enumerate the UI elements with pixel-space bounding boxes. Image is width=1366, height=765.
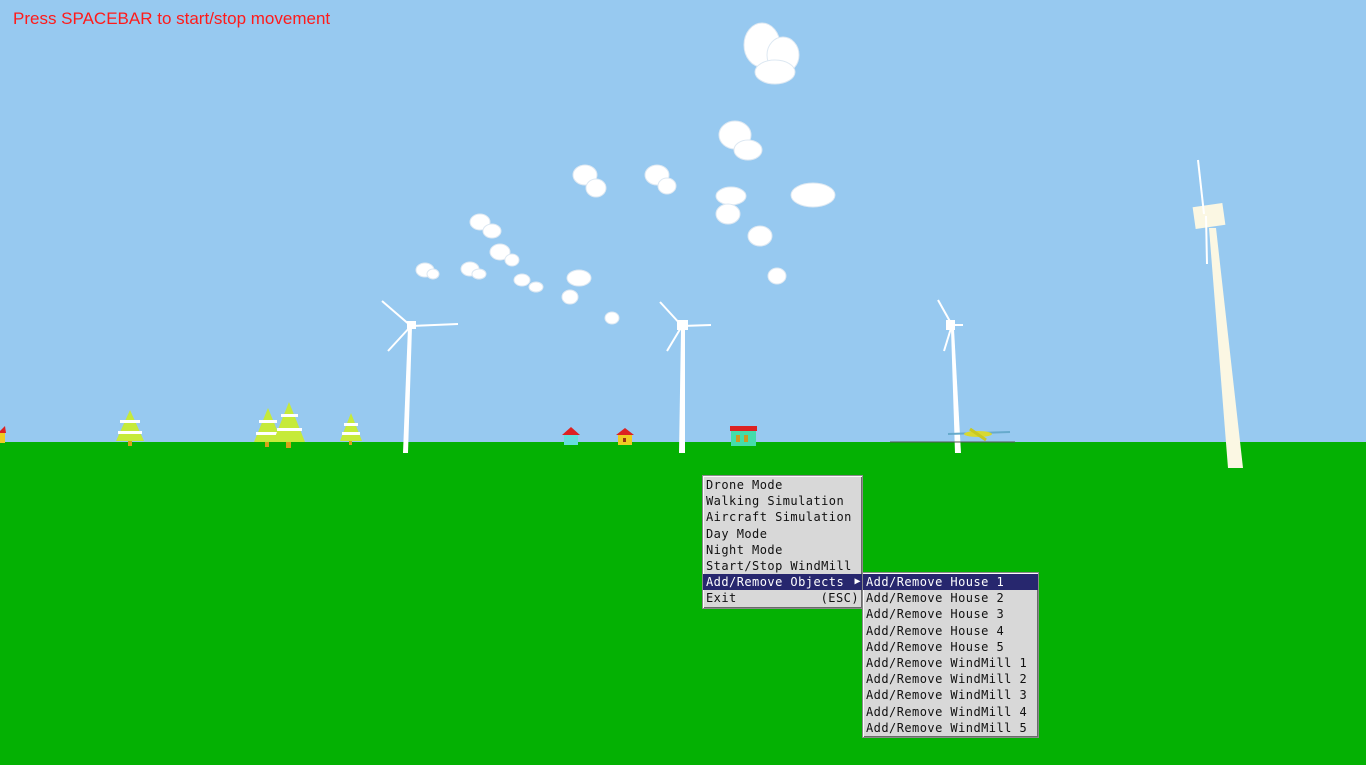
submenu-item-windmill-2[interactable]: Add/Remove WindMill 2 (863, 671, 1038, 687)
menu-item-label: Drone Mode (706, 478, 783, 492)
menu-item-start-stop-windmill[interactable]: Start/Stop WindMill (703, 558, 862, 574)
menu-item-add-remove-objects[interactable]: Add/Remove Objects ▶ (703, 574, 862, 591)
menu-item-shortcut: (ESC) (820, 591, 859, 606)
ground (0, 442, 1366, 765)
menu-item-label: Add/Remove WindMill 2 (866, 672, 1028, 687)
menu-item-label: Add/Remove House 1 (866, 575, 1005, 589)
menu-item-label: Add/Remove House 3 (866, 607, 1005, 622)
menu-item-label: Aircraft Simulation (706, 510, 852, 525)
menu-item-label: Day Mode (706, 526, 768, 541)
menu-item-walking-simulation[interactable]: Walking Simulation (703, 493, 862, 509)
submenu-item-house-4[interactable]: Add/Remove House 4 (863, 623, 1038, 639)
menu-item-label: Add/Remove WindMill 3 (866, 688, 1028, 703)
submenu-item-windmill-3[interactable]: Add/Remove WindMill 3 (863, 687, 1038, 703)
menu-item-label: Night Mode (706, 542, 783, 557)
menu-item-label: Walking Simulation (706, 494, 845, 509)
submenu-item-house-1[interactable]: Add/Remove House 1 (863, 574, 1038, 591)
menu-item-label: Add/Remove House 2 (866, 591, 1005, 606)
menu-item-label: Add/Remove WindMill 5 (866, 720, 1028, 735)
menu-item-drone-mode[interactable]: Drone Mode (703, 477, 862, 493)
submenu-item-house-2[interactable]: Add/Remove House 2 (863, 590, 1038, 606)
menu-item-label: Add/Remove House 5 (866, 639, 1005, 654)
menu-item-label: Add/Remove WindMill 4 (866, 704, 1028, 719)
menu-item-label: Add/Remove House 4 (866, 623, 1005, 638)
submenu-item-windmill-5[interactable]: Add/Remove WindMill 5 (863, 720, 1038, 736)
submenu-item-house-5[interactable]: Add/Remove House 5 (863, 639, 1038, 655)
hint-text: Press SPACEBAR to start/stop movement (13, 9, 331, 28)
menu-item-label: Add/Remove Objects (706, 575, 845, 590)
3d-scene-viewport[interactable] (0, 0, 1366, 765)
submenu-item-house-3[interactable]: Add/Remove House 3 (863, 606, 1038, 622)
context-menu: Drone Mode Walking Simulation Aircraft S… (702, 475, 863, 609)
house (730, 426, 757, 446)
submenu-arrow-icon: ▶ (854, 576, 861, 588)
menu-item-label: Start/Stop WindMill (706, 558, 852, 573)
menu-item-label: Exit (706, 591, 737, 606)
menu-item-exit[interactable]: Exit (ESC) (703, 590, 862, 606)
menu-item-day-mode[interactable]: Day Mode (703, 526, 862, 542)
menu-item-aircraft-simulation[interactable]: Aircraft Simulation (703, 509, 862, 525)
menu-item-night-mode[interactable]: Night Mode (703, 542, 862, 558)
submenu-item-windmill-4[interactable]: Add/Remove WindMill 4 (863, 704, 1038, 720)
menu-item-label: Add/Remove WindMill 1 (866, 655, 1028, 670)
objects-submenu: Add/Remove House 1 Add/Remove House 2 Ad… (862, 572, 1039, 738)
submenu-item-windmill-1[interactable]: Add/Remove WindMill 1 (863, 655, 1038, 671)
